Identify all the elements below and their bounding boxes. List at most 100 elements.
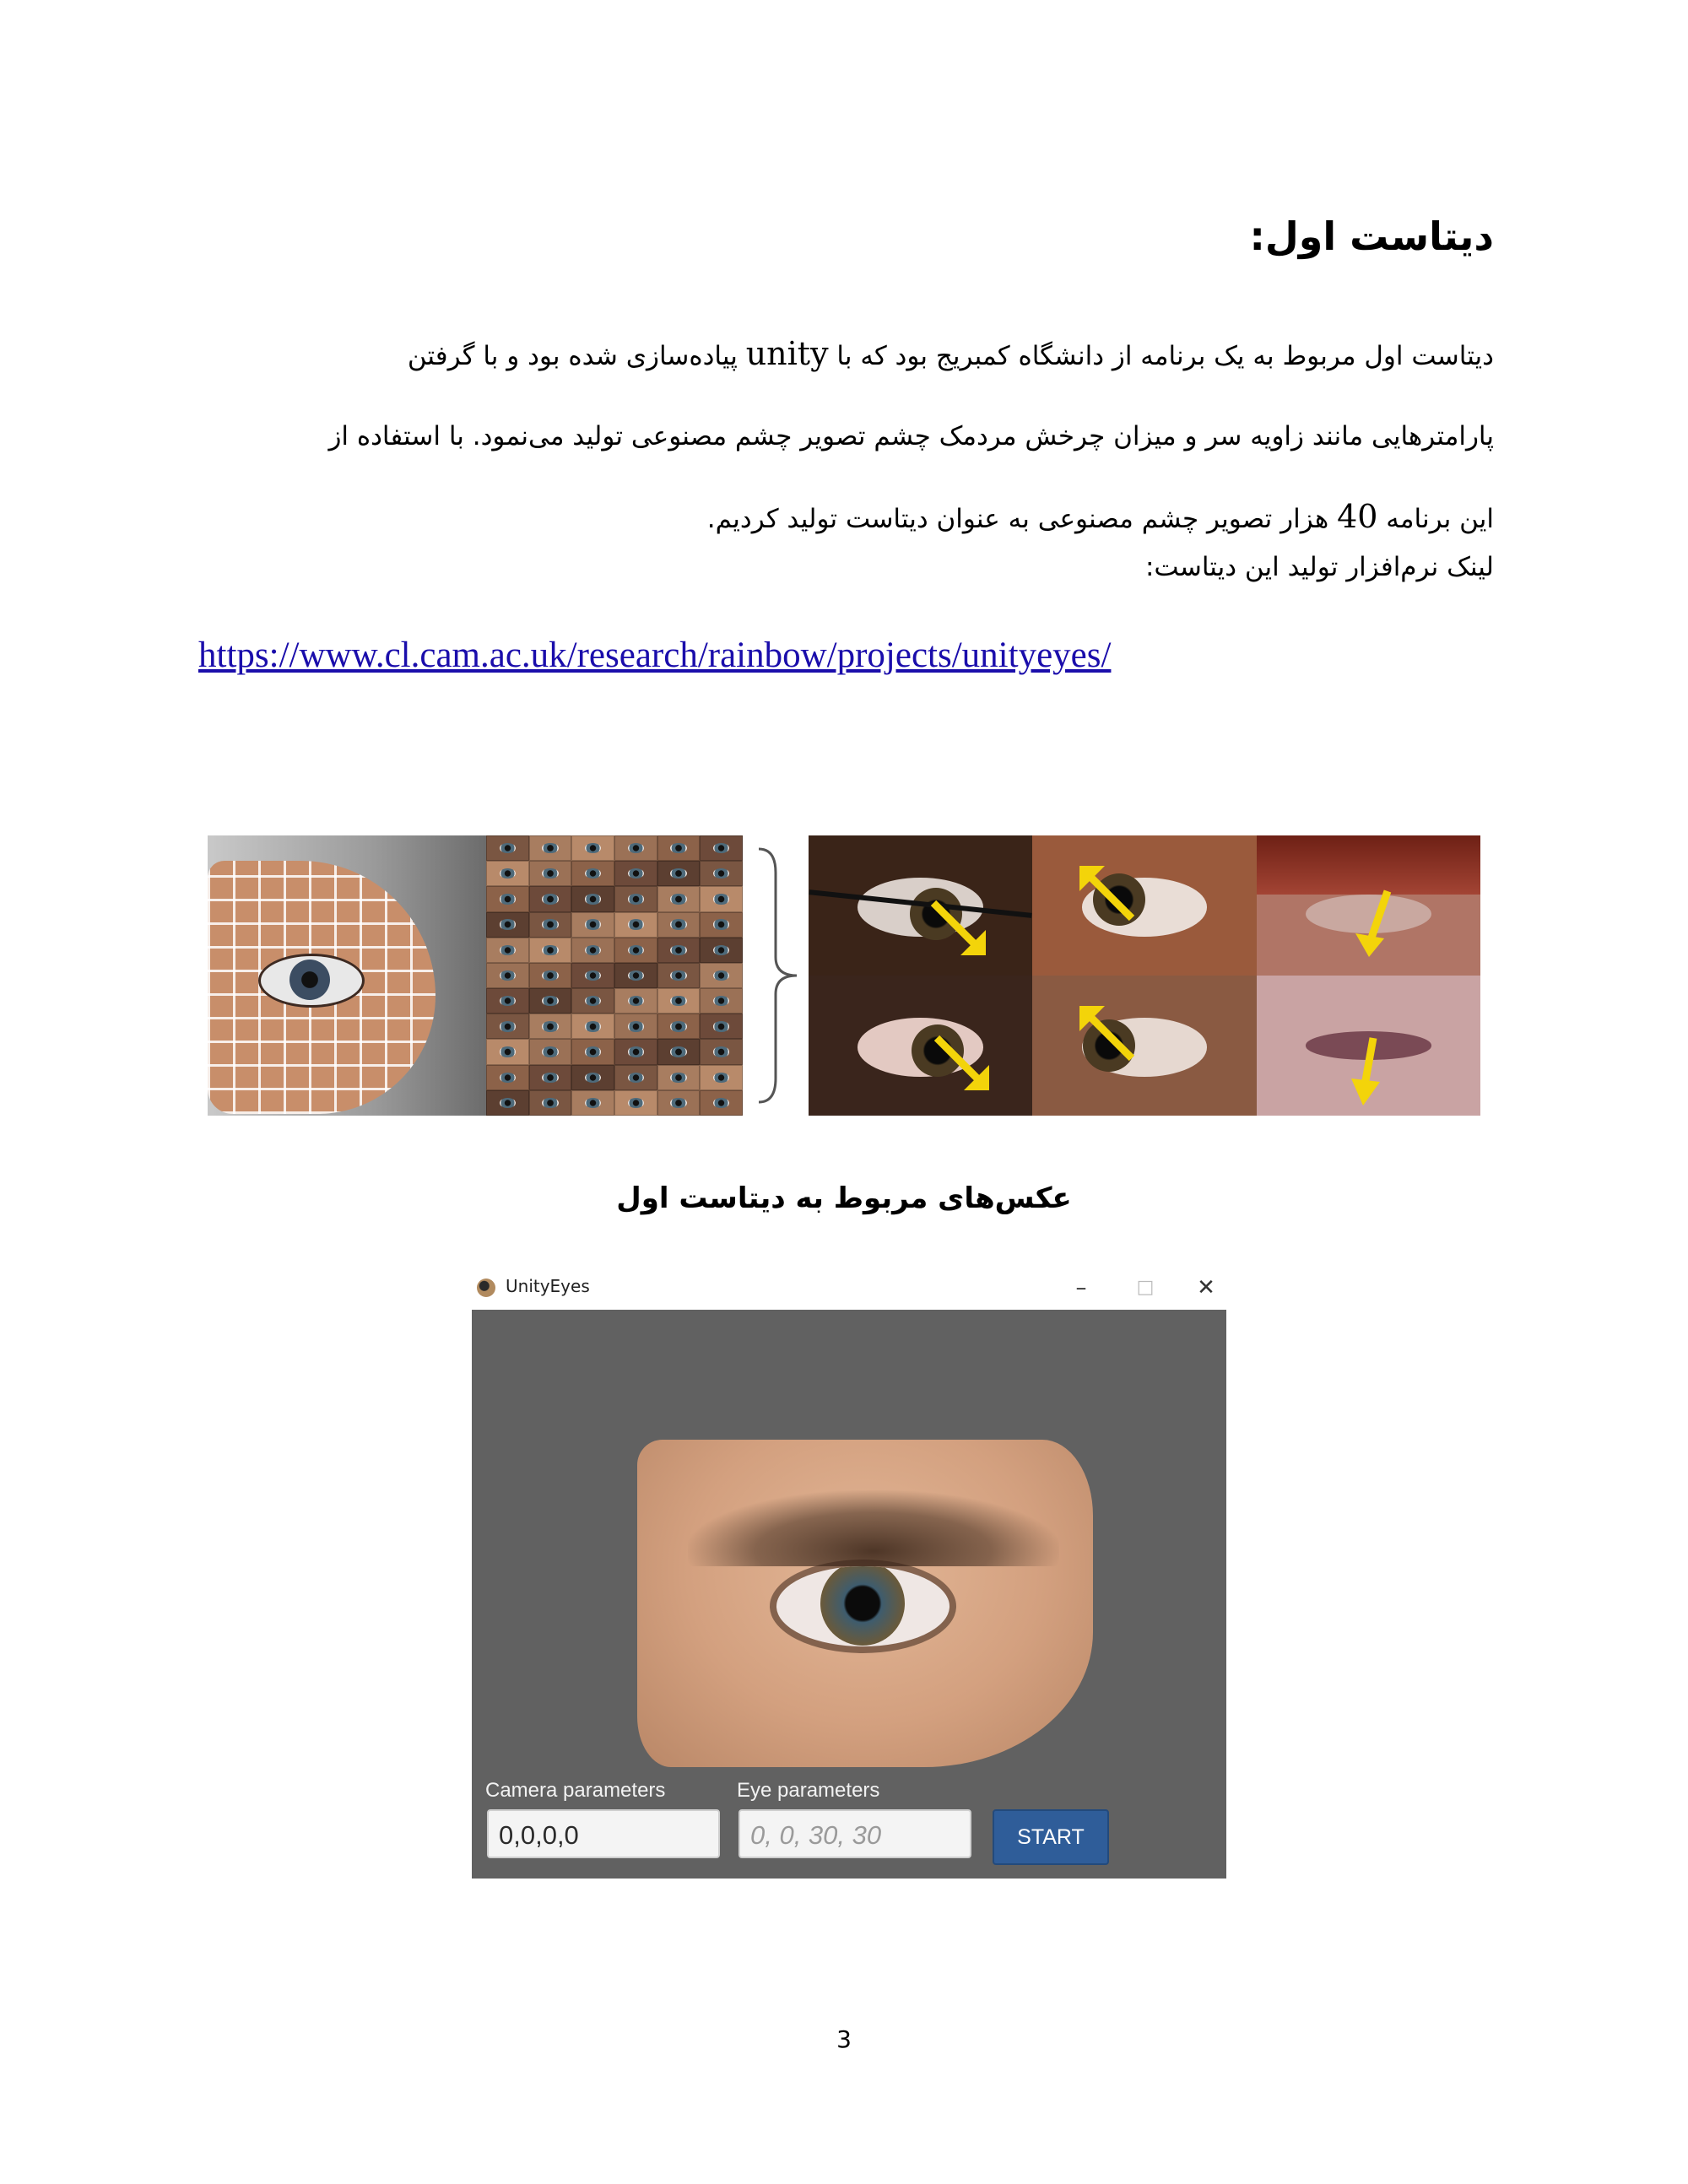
mosaic-eye-tile	[528, 886, 572, 912]
mosaic-eye-tile	[528, 1014, 572, 1040]
mosaic-eye-tile	[528, 962, 572, 989]
mosaic-eye-tile	[700, 1089, 743, 1116]
render-viewport: Camera parameters 0,0,0,0 Eye parameters…	[472, 1310, 1226, 1879]
eye-photo	[1032, 976, 1257, 1116]
mosaic-eye-tile	[614, 1014, 657, 1040]
section-heading: دیتاست اول:	[1249, 214, 1494, 259]
start-button[interactable]: START	[993, 1809, 1109, 1865]
mosaic-eye-tile	[700, 861, 743, 887]
mosaic-eye-tile	[528, 861, 572, 887]
mosaic-eye-tile	[657, 835, 701, 862]
mosaic-eye-tile	[486, 988, 529, 1014]
mosaic-eye-tile	[528, 1089, 572, 1116]
mosaic-eye-tile	[571, 937, 614, 963]
mosaic-eye-tile	[571, 835, 614, 862]
eye-photo	[1256, 835, 1480, 976]
mosaic-eye-tile	[657, 886, 701, 912]
dataset-figure	[208, 835, 1480, 1116]
mosaic-eye-tile	[486, 937, 529, 963]
eye-region-model-image	[208, 835, 486, 1116]
eyebrow	[688, 1490, 1059, 1566]
mosaic-eye-tile	[614, 1039, 657, 1065]
mosaic-eye-tile	[657, 911, 701, 938]
close-button[interactable]: ✕	[1181, 1271, 1231, 1305]
yellow-arrow-icon	[933, 1035, 989, 1090]
mosaic-eye-tile	[486, 1039, 529, 1065]
brace-icon	[758, 847, 798, 1104]
yellow-arrow-icon	[1350, 1037, 1380, 1106]
mosaic-eye-tile	[486, 861, 529, 887]
eye-parameters-input[interactable]: 0, 0, 30, 30	[738, 1809, 971, 1858]
unityeyes-app-icon	[477, 1279, 495, 1297]
mosaic-eye-tile	[571, 988, 614, 1014]
mosaic-eye-tile	[528, 937, 572, 963]
unityeyes-link[interactable]: https://www.cl.cam.ac.uk/research/rainbo…	[198, 635, 1111, 676]
mosaic-eye-tile	[528, 835, 572, 862]
mosaic-eye-tile	[486, 962, 529, 989]
mosaic-eye-tile	[700, 886, 743, 912]
mosaic-eye-tile	[700, 911, 743, 938]
mosaic-eye-tile	[571, 1014, 614, 1040]
mosaic-eye-tile	[657, 861, 701, 887]
mosaic-eye-tile	[700, 937, 743, 963]
yellow-arrow-icon	[1079, 1006, 1135, 1062]
document-page: دیتاست اول: دیتاست اول مربوط به یک برنام…	[0, 0, 1688, 2184]
window-title: UnityEyes	[506, 1276, 590, 1296]
line3-text-b: هزار تصویر چشم مصنوعی به عنوان دیتاست تو…	[706, 504, 1338, 534]
mosaic-eye-tile	[657, 1089, 701, 1116]
paragraph-line-2: پارامترهایی مانند زاویه سر و میزان چرخش …	[328, 421, 1494, 451]
mosaic-eye-tile	[614, 988, 657, 1014]
mosaic-eye-tile	[700, 835, 743, 862]
line1-text-b: پیاده‌سازی شده بود و با گرفتن	[407, 341, 746, 371]
mosaic-eye-tile	[571, 962, 614, 989]
mosaic-eye-tile	[486, 1089, 529, 1116]
eye-photo	[1032, 835, 1257, 976]
camera-parameters-input[interactable]: 0,0,0,0	[487, 1809, 720, 1858]
mosaic-eye-tile	[486, 1014, 529, 1040]
mosaic-eye-tile	[614, 1064, 657, 1090]
unityeyes-window: UnityEyes – □ ✕ Camera parameters 0,0,0,…	[472, 1266, 1226, 1879]
line1-text-a: دیتاست اول مربوط به یک برنامه از دانشگاه…	[828, 341, 1494, 371]
mosaic-eye-tile	[657, 962, 701, 989]
mosaic-eye-tile	[528, 1064, 572, 1090]
yellow-arrow-icon	[1079, 866, 1135, 922]
mosaic-eye-tile	[614, 886, 657, 912]
eye-photo	[1256, 976, 1480, 1116]
mosaic-eye-tile	[614, 835, 657, 862]
mosaic-eye-tile	[657, 1014, 701, 1040]
mosaic-eye-tile	[657, 1039, 701, 1065]
mosaic-eye-tile	[571, 1064, 614, 1090]
mosaic-eye-tile	[486, 886, 529, 912]
maximize-button[interactable]: □	[1120, 1271, 1171, 1305]
figure-caption: عکس‌های مربوط به دیتاست اول	[616, 1181, 1072, 1215]
mosaic-eye-tile	[486, 835, 529, 862]
mosaic-eye-tile	[700, 962, 743, 989]
mosaic-eye-tile	[657, 988, 701, 1014]
count-number: 40	[1337, 498, 1378, 535]
mosaic-eye-tile	[528, 988, 572, 1014]
yellow-arrow-icon	[930, 900, 986, 955]
mosaic-eye-tile	[614, 962, 657, 989]
minimize-button[interactable]: –	[1056, 1271, 1106, 1305]
camera-parameters-label: Camera parameters	[485, 1779, 666, 1802]
mosaic-eye-tile	[486, 911, 529, 938]
mosaic-eye-tile	[486, 1064, 529, 1090]
model-eye	[258, 954, 365, 1008]
page-number: 3	[836, 2025, 852, 2053]
yellow-arrow-icon	[1355, 889, 1391, 957]
mosaic-eye-tile	[528, 911, 572, 938]
mosaic-eye-tile	[614, 861, 657, 887]
rendered-eye-region	[637, 1440, 1093, 1767]
window-titlebar: UnityEyes – □ ✕	[472, 1266, 1226, 1310]
eye-photo	[809, 835, 1033, 976]
mosaic-eye-tile	[614, 1089, 657, 1116]
mosaic-eye-tile	[571, 886, 614, 912]
synthetic-eye-mosaic	[486, 835, 743, 1116]
rendered-eyeball	[776, 1566, 950, 1646]
mosaic-eye-tile	[571, 1089, 614, 1116]
link-label: لینک نرم‌افزار تولید این دیتاست:	[1144, 552, 1494, 582]
rendered-iris	[820, 1566, 905, 1646]
body-paragraph: دیتاست اول مربوط به یک برنامه از دانشگاه…	[241, 314, 1494, 560]
mosaic-eye-tile	[657, 1064, 701, 1090]
mosaic-eye-tile	[571, 861, 614, 887]
